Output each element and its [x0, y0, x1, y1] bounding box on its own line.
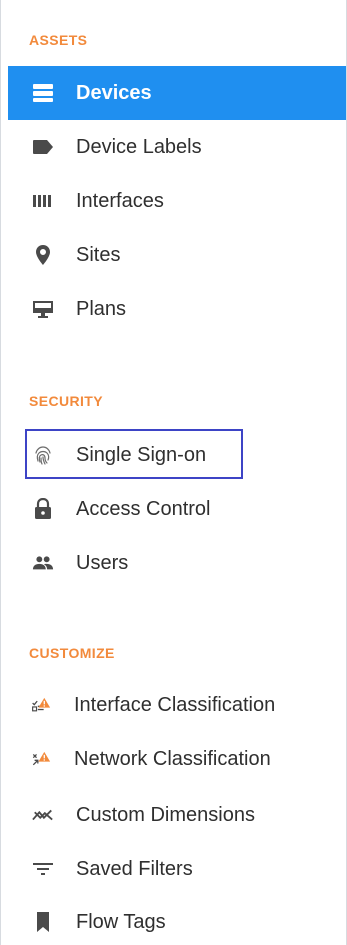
lock-icon — [32, 498, 54, 520]
sidebar-item-saved-filters[interactable]: Saved Filters — [8, 842, 346, 896]
sidebar-item-label: Flow Tags — [76, 911, 166, 933]
sidebar-item-label: Single Sign-on — [76, 444, 207, 466]
sidebar-item-label: Interfaces — [76, 190, 164, 212]
location-pin-icon — [32, 244, 54, 266]
interface-classification-warning-icon — [32, 694, 54, 716]
sidebar-item-label: Access Control — [76, 498, 211, 520]
sidebar-item-label: Network Classification — [74, 748, 271, 770]
sidebar-item-device-labels[interactable]: Device Labels — [8, 120, 346, 174]
sidebar-item-interface-classification[interactable]: Interface Classification — [8, 678, 346, 732]
trend-icon — [32, 804, 54, 826]
label-icon — [32, 136, 54, 158]
sidebar-item-label: Saved Filters — [76, 858, 193, 880]
fingerprint-icon — [32, 444, 54, 466]
settings-sidebar: ASSETS Devices Device Labels Interfaces … — [0, 0, 347, 945]
bookmark-icon — [32, 911, 54, 933]
sidebar-item-label: Users — [76, 552, 129, 574]
sidebar-item-label: Interface Classification — [74, 694, 276, 716]
sidebar-item-single-sign-on[interactable]: Single Sign-on — [8, 428, 346, 482]
section-title-security: SECURITY — [29, 393, 103, 409]
sidebar-item-label: Devices — [76, 82, 152, 104]
users-icon — [32, 552, 54, 574]
sidebar-item-plans[interactable]: Plans — [8, 282, 346, 336]
devices-icon — [32, 82, 54, 104]
sidebar-item-users[interactable]: Users — [8, 536, 346, 590]
sidebar-item-network-classification[interactable]: Network Classification — [8, 732, 346, 786]
sidebar-item-label: Custom Dimensions — [76, 804, 255, 826]
network-classification-warning-icon — [32, 748, 54, 770]
filter-lines-icon — [32, 858, 54, 880]
sidebar-item-label: Device Labels — [76, 136, 202, 158]
sidebar-item-devices[interactable]: Devices — [8, 66, 346, 120]
sidebar-item-access-control[interactable]: Access Control — [8, 482, 346, 536]
sidebar-item-label: Plans — [76, 298, 127, 320]
section-title-assets: ASSETS — [29, 32, 88, 48]
sidebar-item-label: Sites — [76, 244, 121, 266]
sidebar-item-sites[interactable]: Sites — [8, 228, 346, 282]
sidebar-item-flow-tags[interactable]: Flow Tags — [8, 895, 346, 945]
sidebar-item-custom-dimensions[interactable]: Custom Dimensions — [8, 788, 346, 842]
sidebar-item-interfaces[interactable]: Interfaces — [8, 174, 346, 228]
section-title-customize: CUSTOMIZE — [29, 645, 115, 661]
interfaces-icon — [32, 190, 54, 212]
monitor-icon — [32, 298, 54, 320]
